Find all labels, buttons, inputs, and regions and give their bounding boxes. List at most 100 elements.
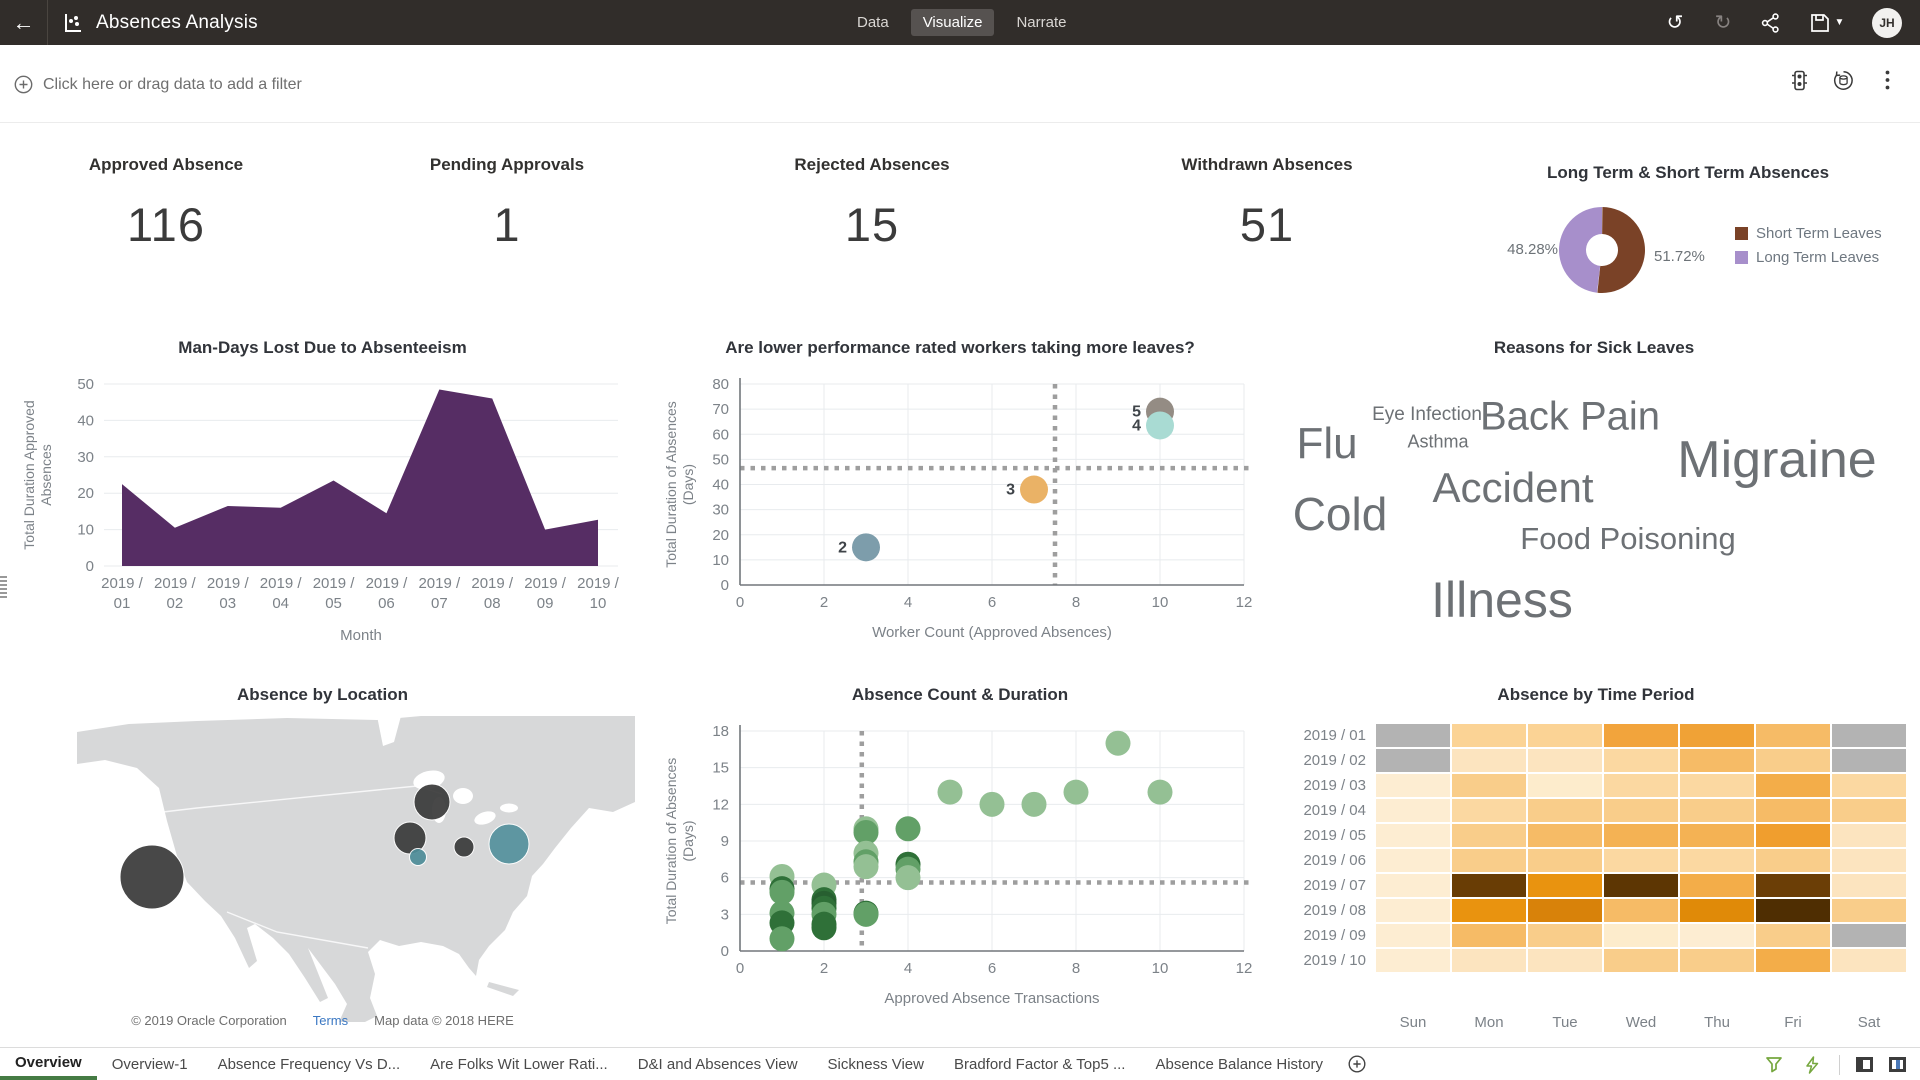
heatmap-cell[interactable]: [1832, 799, 1906, 822]
add-filter-prompt[interactable]: Click here or drag data to add a filter: [14, 75, 302, 94]
cloud-word[interactable]: Back Pain: [1480, 395, 1660, 440]
scatter-bubble[interactable]: [852, 533, 880, 561]
legend-item-long-term[interactable]: Long Term Leaves: [1735, 249, 1879, 266]
map-absence-by-location[interactable]: Absence by Location © 2019 Oracle Corpor…: [20, 676, 625, 1036]
cloud-word[interactable]: Eye Infection: [1372, 404, 1482, 426]
scatter-bubble[interactable]: [1146, 411, 1174, 439]
heatmap-cell[interactable]: [1604, 724, 1678, 747]
heatmap-cell[interactable]: [1680, 774, 1754, 797]
map-bubble[interactable]: [120, 845, 184, 909]
heatmap-cell[interactable]: [1528, 899, 1602, 922]
heatmap-cell[interactable]: [1452, 924, 1526, 947]
heatmap-cell[interactable]: [1528, 924, 1602, 947]
heatmap-cell[interactable]: [1756, 724, 1830, 747]
scatter-bubble[interactable]: [980, 792, 1005, 817]
kpi-approved-absence[interactable]: Approved Absence 116: [36, 155, 296, 252]
heatmap-cell[interactable]: [1376, 749, 1450, 772]
heatmap-cell[interactable]: [1528, 799, 1602, 822]
heatmap-cell[interactable]: [1376, 899, 1450, 922]
wordcloud-sick-leaves[interactable]: Reasons for Sick Leaves FluEye Infection…: [1280, 330, 1908, 660]
map-bubble[interactable]: [454, 837, 474, 857]
heatmap-cell[interactable]: [1680, 924, 1754, 947]
scatter-bubble[interactable]: [896, 865, 921, 890]
donut-slice[interactable]: [1559, 207, 1602, 293]
cloud-word[interactable]: Accident: [1432, 464, 1593, 512]
heatmap-cell[interactable]: [1680, 899, 1754, 922]
heatmap-cell[interactable]: [1452, 874, 1526, 897]
heatmap-cell[interactable]: [1376, 949, 1450, 972]
heatmap-cell[interactable]: [1604, 899, 1678, 922]
cloud-word[interactable]: Illness: [1431, 571, 1573, 629]
area-chart-canvas[interactable]: 010203040502019 /012019 /022019 /032019 …: [20, 330, 625, 665]
cloud-word[interactable]: Cold: [1293, 487, 1388, 541]
heatmap-cell[interactable]: [1452, 724, 1526, 747]
map-bubble[interactable]: [414, 784, 450, 820]
heatmap-cell[interactable]: [1832, 849, 1906, 872]
canvas-tab-sickness-view[interactable]: Sickness View: [813, 1048, 939, 1080]
heatmap-cell[interactable]: [1680, 949, 1754, 972]
heatmap-cell[interactable]: [1528, 849, 1602, 872]
scatter-bubble[interactable]: [770, 926, 795, 951]
layout-center-icon[interactable]: [1889, 1057, 1906, 1072]
kpi-pending-approvals[interactable]: Pending Approvals 1: [377, 155, 637, 252]
heatmap-cell[interactable]: [1604, 949, 1678, 972]
heatmap-cell[interactable]: [1528, 774, 1602, 797]
filter-pin-icon[interactable]: [1763, 1054, 1785, 1076]
map-bubble[interactable]: [410, 849, 427, 866]
canvas-tab-absence-balance[interactable]: Absence Balance History: [1140, 1048, 1338, 1080]
heatmap-cell[interactable]: [1756, 824, 1830, 847]
kpi-rejected-absences[interactable]: Rejected Absences 15: [742, 155, 1002, 252]
scatter-bubble[interactable]: [1020, 476, 1048, 504]
heatmap-cell[interactable]: [1604, 749, 1678, 772]
map-bubble[interactable]: [489, 824, 529, 864]
save-icon[interactable]: ▼: [1808, 12, 1846, 34]
scatter-count-duration[interactable]: Absence Count & Duration 036912151802468…: [660, 676, 1260, 1036]
limit-values-icon[interactable]: [1788, 69, 1810, 91]
refresh-data-icon[interactable]: [1832, 69, 1854, 91]
undo-icon[interactable]: ↺: [1664, 12, 1686, 34]
scatter-bubble[interactable]: [812, 915, 837, 940]
scatter-bubble[interactable]: [854, 902, 879, 927]
heatmap-cell[interactable]: [1376, 799, 1450, 822]
scatter-chart-canvas[interactable]: 010203040506070800246810122354Worker Cou…: [660, 330, 1260, 665]
heatmap-time-period[interactable]: Absence by Time Period 2019 / 012019 / 0…: [1280, 676, 1912, 1036]
canvas-tab-bradford-factor[interactable]: Bradford Factor & Top5 ...: [939, 1048, 1140, 1080]
auto-apply-icon[interactable]: [1801, 1054, 1823, 1076]
heatmap-cell[interactable]: [1452, 899, 1526, 922]
cloud-word[interactable]: Food Poisoning: [1520, 521, 1735, 557]
panel-grip-handle[interactable]: [0, 576, 7, 600]
heatmap-cell[interactable]: [1528, 749, 1602, 772]
scatter-chart-canvas[interactable]: 0369121518024681012Approved Absence Tran…: [660, 676, 1260, 1041]
heatmap-cell[interactable]: [1832, 899, 1906, 922]
heatmap-cell[interactable]: [1680, 874, 1754, 897]
heatmap-cell[interactable]: [1832, 924, 1906, 947]
scatter-performance-leaves[interactable]: Are lower performance rated workers taki…: [660, 330, 1260, 660]
map-canvas[interactable]: [77, 716, 635, 1027]
heatmap-cell[interactable]: [1756, 799, 1830, 822]
heatmap-cell[interactable]: [1604, 874, 1678, 897]
heatmap-cell[interactable]: [1376, 724, 1450, 747]
canvas-tab-overview-1[interactable]: Overview-1: [97, 1048, 203, 1080]
scatter-bubble[interactable]: [1106, 731, 1131, 756]
heatmap-cell[interactable]: [1680, 799, 1754, 822]
heatmap-cell[interactable]: [1376, 924, 1450, 947]
donut-long-short-term[interactable]: Long Term & Short Term Absences 48.28% 5…: [1456, 155, 1920, 320]
scatter-bubble[interactable]: [1022, 792, 1047, 817]
kpi-withdrawn-absences[interactable]: Withdrawn Absences 51: [1137, 155, 1397, 252]
heatmap-cell[interactable]: [1528, 824, 1602, 847]
heatmap-cell[interactable]: [1376, 849, 1450, 872]
heatmap-cell[interactable]: [1756, 899, 1830, 922]
wordcloud-canvas[interactable]: FluEye InfectionAsthmaBack PainMigraineA…: [1280, 330, 1908, 660]
share-icon[interactable]: [1760, 12, 1782, 34]
heatmap-cell[interactable]: [1756, 924, 1830, 947]
tab-narrate[interactable]: Narrate: [1004, 9, 1078, 36]
heatmap-cell[interactable]: [1832, 749, 1906, 772]
heatmap-cell[interactable]: [1452, 749, 1526, 772]
heatmap-cell[interactable]: [1604, 824, 1678, 847]
scatter-bubble[interactable]: [938, 780, 963, 805]
heatmap-cell[interactable]: [1832, 724, 1906, 747]
add-canvas-icon[interactable]: [1338, 1048, 1376, 1080]
donut-slice[interactable]: [1597, 207, 1645, 293]
heatmap-canvas[interactable]: 2019 / 012019 / 022019 / 032019 / 042019…: [1280, 676, 1912, 1036]
heatmap-cell[interactable]: [1756, 749, 1830, 772]
